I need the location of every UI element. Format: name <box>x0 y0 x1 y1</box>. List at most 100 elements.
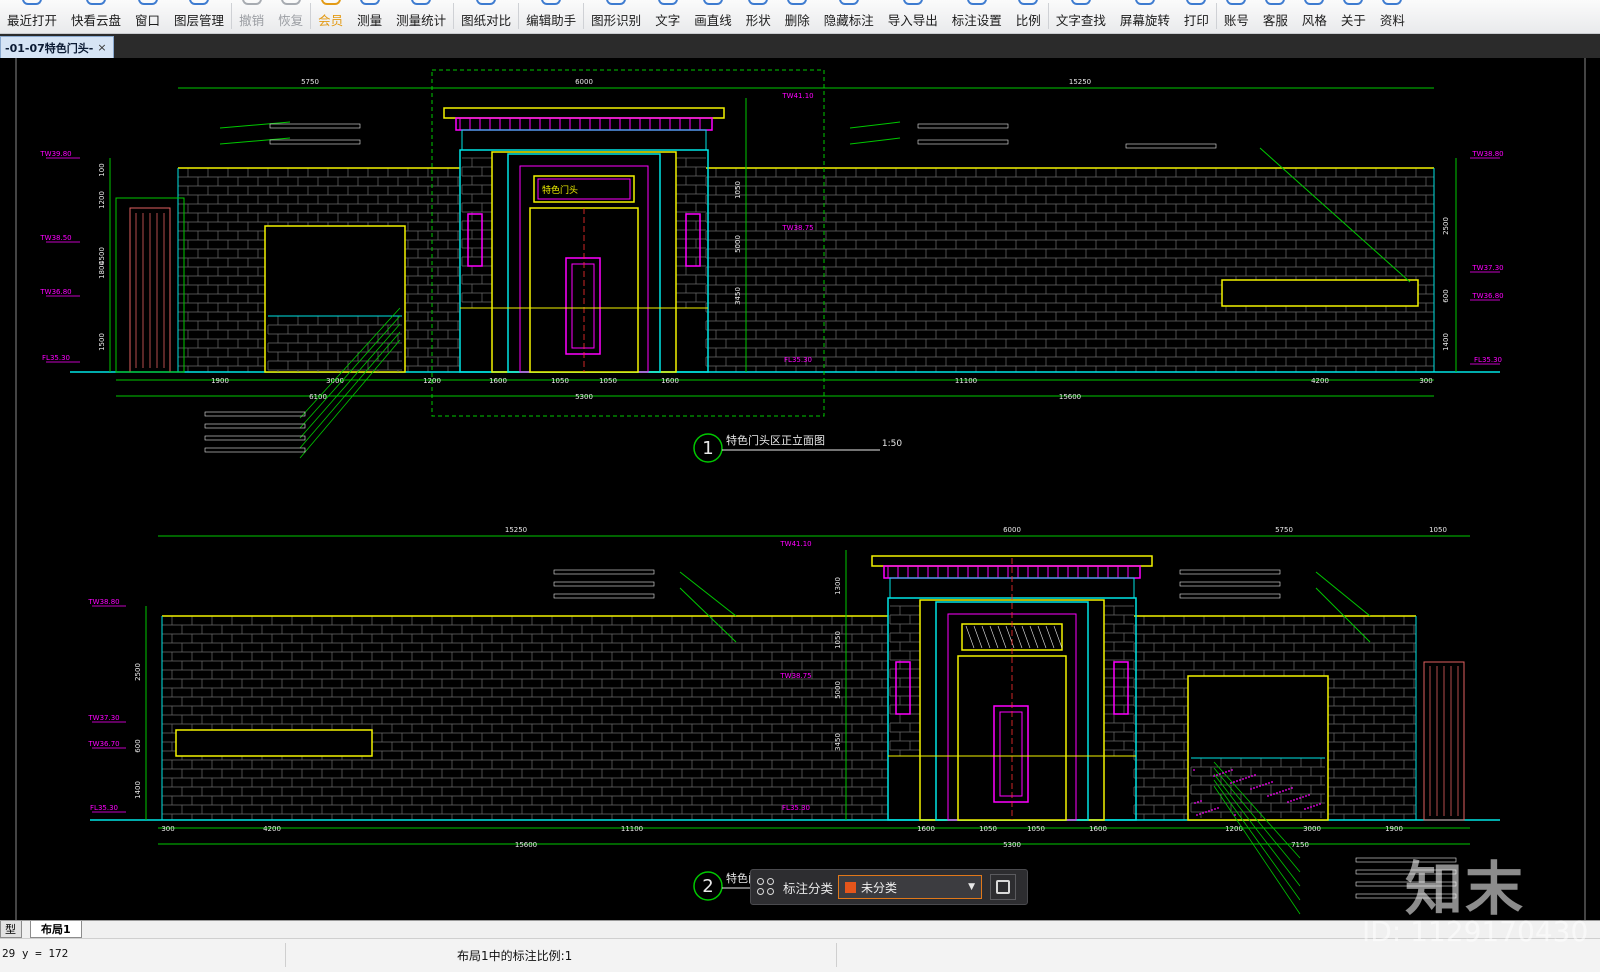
level-label: TW38.80 <box>1471 150 1503 158</box>
toolbar-label: 标注设置 <box>951 14 1002 28</box>
toolbar-shape-recognition-button[interactable]: 图形识别 <box>584 0 648 33</box>
document-tab[interactable]: -01-07特色门头- × <box>0 36 114 58</box>
dim-label: 1400 <box>134 781 142 799</box>
plaque-pattern <box>1013 625 1023 649</box>
toolbar-about-button[interactable]: 关于 <box>1334 0 1373 33</box>
hatch-dot <box>1256 786 1258 788</box>
annotation-scale-text: 布局1中的标注比例:1 <box>457 949 573 963</box>
toolbar-label: 打印 <box>1183 14 1209 28</box>
hatch-dot <box>1196 814 1198 816</box>
toolbar-edit-assistant-button[interactable]: 编辑助手 <box>519 0 583 33</box>
undo-icon <box>241 0 262 5</box>
plaque-pattern <box>1045 625 1055 649</box>
hatch-dot <box>1304 808 1306 810</box>
toolbar-layers-button[interactable]: 图层管理 <box>167 0 231 33</box>
toolbar-scale-button[interactable]: 比例 <box>1009 0 1048 33</box>
toolbar-window-button[interactable]: 窗口 <box>128 0 167 33</box>
toolbar-label: 快看云盘 <box>71 14 122 28</box>
hatch-dot <box>1308 794 1310 796</box>
toolbar-resources-button[interactable]: 资料 <box>1373 0 1412 33</box>
hatch-dot <box>1273 793 1275 795</box>
wall-niche-2 <box>175 729 373 757</box>
dim-label: 300 <box>1419 377 1432 385</box>
toolbar-vip-button[interactable]: 会员 <box>311 0 350 33</box>
hatch-dot <box>1214 808 1216 810</box>
drawing-canvas[interactable]: 特色门头 5750 6000 15250 1900 3000 1200 1600 1050 105… <box>0 58 1600 920</box>
hatch-dot <box>1230 782 1232 784</box>
toolbar-delete-button[interactable]: 删除 <box>778 0 817 33</box>
close-icon[interactable]: × <box>97 41 106 54</box>
toolbar-label: 图纸对比 <box>461 14 512 28</box>
toolbar-label: 风格 <box>1301 14 1327 28</box>
hatch-dot <box>1276 792 1278 794</box>
leader-line <box>849 137 901 145</box>
chevron-down-icon: ▼ <box>968 882 976 892</box>
drawing-title: 特色门头区正立面图 <box>726 433 825 447</box>
toolbar-hide-annotation-button[interactable]: 隐藏标注 <box>817 0 881 33</box>
dim-label: 1600 <box>489 377 507 385</box>
hatch-dot <box>1217 807 1219 809</box>
toolbar-measure-stats-button[interactable]: 测量统计 <box>389 0 453 33</box>
note-text-block <box>204 423 306 429</box>
hatch-dot <box>1225 771 1227 773</box>
hatch-dot <box>1236 780 1238 782</box>
hatch-dot <box>1213 775 1215 777</box>
toolbar-shape-button[interactable]: 形状 <box>739 0 778 33</box>
hatch-dot <box>1319 803 1321 805</box>
toolbar-account-button[interactable]: 账号 <box>1217 0 1256 33</box>
annotation-category-select[interactable]: 未分类 ▼ <box>838 875 983 899</box>
toolbar-drawing-compare-button[interactable]: 图纸对比 <box>454 0 518 33</box>
toolbar-label: 隐藏标注 <box>823 14 874 28</box>
category-color-swatch <box>845 881 857 893</box>
tab-model[interactable]: 型 <box>0 921 22 938</box>
toolbar-customer-service-button[interactable]: 客服 <box>1256 0 1295 33</box>
hatch-dot <box>1299 797 1301 799</box>
note-text-block <box>1179 581 1281 587</box>
dim-label: 1050 <box>979 825 997 833</box>
annotation-settings-icon <box>966 0 987 5</box>
toolbar-import-export-button[interactable]: 导入导出 <box>881 0 945 33</box>
hatch-dot <box>1199 813 1201 815</box>
dim-label: 15600 <box>515 841 537 849</box>
measure-icon <box>359 0 380 5</box>
dim-label: 600 <box>134 739 142 752</box>
text-icon <box>657 0 678 5</box>
toolbar-recent-open-button[interactable]: 最近打开 <box>0 0 64 33</box>
screen-rotate-icon <box>1134 0 1155 5</box>
hatch-dot <box>1293 799 1295 801</box>
toolbar-cloud-disk-button[interactable]: 快看云盘 <box>64 0 128 33</box>
toolbar-text-button[interactable]: 文字 <box>648 0 687 33</box>
level-label: TW38.75 <box>779 672 811 680</box>
edit-category-button[interactable] <box>990 874 1017 900</box>
level-label: TW37.30 <box>87 714 119 722</box>
layers-icon <box>189 0 210 5</box>
toolbar-label: 撤销 <box>239 14 265 28</box>
grid-icon[interactable] <box>757 878 775 896</box>
pier-brick-right <box>675 157 706 308</box>
toolbar-annotation-settings-button[interactable]: 标注设置 <box>945 0 1009 33</box>
delete-icon <box>787 0 808 5</box>
tab-layout1[interactable]: 布局1 <box>30 921 82 938</box>
toolbar-style-button[interactable]: 风格 <box>1295 0 1334 33</box>
document-tab-title: -01-07特色门头- <box>5 41 94 55</box>
hatch-dot <box>1231 769 1233 771</box>
customer-service-icon <box>1265 0 1286 5</box>
account-icon <box>1226 0 1247 5</box>
hatch-dot <box>1307 807 1309 809</box>
hatch-dot <box>1259 785 1261 787</box>
measure-stats-icon <box>411 0 432 5</box>
toolbar-print-button[interactable]: 打印 <box>1177 0 1216 33</box>
toolbar-measure-button[interactable]: 测量 <box>350 0 389 33</box>
toolbar-label: 导入导出 <box>887 14 938 28</box>
toolbar-screen-rotate-button[interactable]: 屏幕旋转 <box>1113 0 1177 33</box>
level-label: TW38.50 <box>39 234 71 242</box>
toolbar-line-button[interactable]: 画直线 <box>687 0 739 33</box>
level-label: FL35.30 <box>784 356 812 364</box>
note-text-block <box>1179 593 1281 599</box>
print-icon <box>1186 0 1207 5</box>
drawing-number: 2 <box>702 876 713 897</box>
dim-label: 1050 <box>599 377 617 385</box>
level-label: TW36.80 <box>1471 292 1503 300</box>
toolbar-text-search-button[interactable]: 文字查找 <box>1049 0 1113 33</box>
edit-icon <box>996 880 1011 894</box>
